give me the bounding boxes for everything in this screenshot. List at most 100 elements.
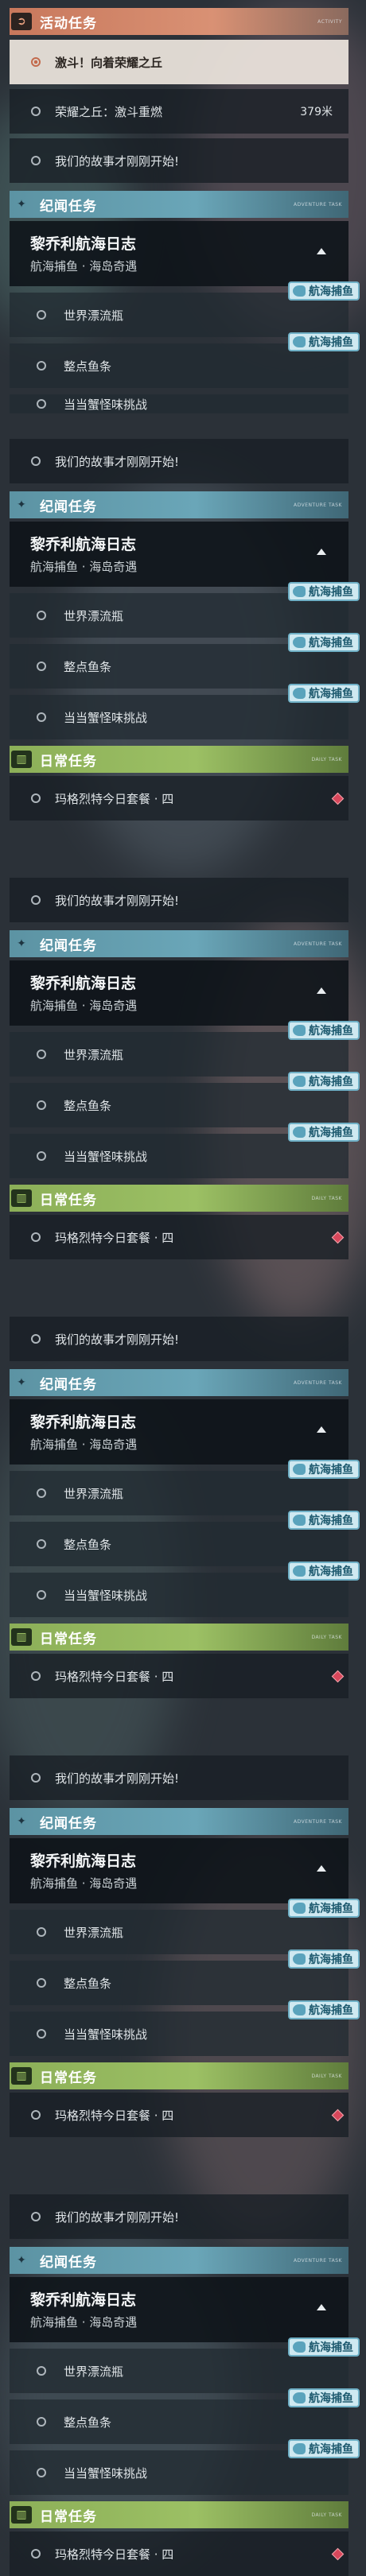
radio-icon — [37, 1539, 46, 1549]
quest-sub-row[interactable]: 世界漂流瓶 航海捕鱼 — [10, 582, 360, 638]
radio-icon — [31, 156, 41, 165]
chevron-up-icon[interactable] — [317, 1426, 326, 1433]
track-marker-icon — [331, 1670, 345, 1682]
quest-card[interactable]: 黎乔利航海日志 航海捕鱼 · 海岛奇遇 — [10, 221, 348, 286]
quest-sub-row[interactable]: 整点鱼条 航海捕鱼 — [10, 1949, 360, 2005]
story-header: ✦ 纪闻任务 ADVENTURE TASK — [10, 1369, 348, 1396]
story-title: 纪闻任务 — [40, 1376, 97, 1393]
fish-icon — [293, 1565, 306, 1577]
story-continue-row[interactable]: 我们的故事才刚刚开始! — [10, 439, 348, 483]
radio-icon — [31, 2110, 41, 2120]
quest-sub-row[interactable]: 整点鱼条 航海捕鱼 — [10, 633, 360, 689]
quest-sub-row[interactable]: 整点鱼条 航海捕鱼 — [10, 332, 360, 388]
quest-sub-row[interactable]: 当当蟹怪味挑战 航海捕鱼 — [10, 2439, 360, 2495]
quest-sub-row[interactable]: 世界漂流瓶 航海捕鱼 — [10, 2337, 360, 2393]
quest-sub-row[interactable]: 当当蟹怪味挑战 — [10, 394, 348, 413]
quest-sub-row[interactable]: 整点鱼条 航海捕鱼 — [10, 1511, 360, 1566]
quest-card[interactable]: 黎乔利航海日志 航海捕鱼 · 海岛奇遇 — [10, 1399, 348, 1465]
daily-title: 日常任务 — [40, 1631, 97, 1647]
quest-card[interactable]: 黎乔利航海日志 航海捕鱼 · 海岛奇遇 — [10, 960, 348, 1026]
fish-icon — [293, 1953, 306, 1965]
quest-sub-row[interactable]: 世界漂流瓶 航海捕鱼 — [10, 1899, 360, 1954]
fishing-chip: 航海捕鱼 — [288, 2337, 360, 2357]
story-tag: ADVENTURE TASK — [294, 1379, 342, 1386]
compass-star-icon: ✦ — [17, 499, 26, 511]
daily-row[interactable]: 玛格烈特今日套餐 · 四 — [10, 1215, 348, 1259]
fishing-chip: 航海捕鱼 — [288, 332, 360, 351]
story-continue-row[interactable]: 我们的故事才刚刚开始! — [10, 1317, 348, 1361]
quest-title: 黎乔利航海日志 — [30, 1852, 137, 1870]
daily-tag: DAILY TASK — [311, 756, 342, 762]
fish-icon — [293, 637, 306, 648]
radio-icon — [37, 661, 46, 671]
compass-star-icon: ✦ — [17, 1376, 26, 1389]
chip-label: 航海捕鱼 — [309, 1076, 353, 1088]
activity-header: ➲ 活动任务 ACTIVITY — [10, 8, 348, 35]
fish-icon — [293, 2392, 306, 2403]
daily-row[interactable]: 玛格烈特今日套餐 · 四 — [10, 2531, 348, 2576]
chip-label: 航海捕鱼 — [309, 1464, 353, 1476]
story-title: 纪闻任务 — [40, 198, 97, 215]
daily-item-label: 玛格烈特今日套餐 · 四 — [55, 1669, 174, 1684]
daily-row[interactable]: 玛格烈特今日套餐 · 四 — [10, 2093, 348, 2137]
radio-icon — [37, 1151, 46, 1161]
fishing-chip: 航海捕鱼 — [288, 281, 360, 301]
quest-sub-row[interactable]: 世界漂流瓶 航海捕鱼 — [10, 281, 360, 337]
story-continue-row[interactable]: 我们的故事才刚刚开始! — [10, 1755, 348, 1800]
radio-icon — [37, 399, 46, 409]
quest-subtitle: 航海捕鱼 · 海岛奇遇 — [30, 1437, 138, 1452]
quest-subtitle: 航海捕鱼 · 海岛奇遇 — [30, 1876, 138, 1891]
fish-icon — [293, 2004, 306, 2015]
radio-icon — [31, 107, 41, 116]
chevron-up-icon[interactable] — [317, 2304, 326, 2310]
fish-icon — [293, 2443, 306, 2454]
fish-icon — [293, 1515, 306, 1526]
story-title: 纪闻任务 — [40, 499, 97, 515]
activity-row-label: 激斗！向着荣耀之丘 — [55, 55, 163, 70]
quest-card[interactable]: 黎乔利航海日志 航海捕鱼 · 海岛奇遇 — [10, 1838, 348, 1903]
quest-sub-row[interactable]: 当当蟹怪味挑战 航海捕鱼 — [10, 1562, 360, 1617]
fish-icon — [293, 1076, 306, 1087]
daily-row[interactable]: 玛格烈特今日套餐 · 四 — [10, 1654, 348, 1698]
activity-row[interactable]: 我们的故事才刚刚开始! — [10, 138, 348, 183]
quest-card[interactable]: 黎乔利航海日志 航海捕鱼 · 海岛奇遇 — [10, 2277, 348, 2342]
quest-sub-row[interactable]: 整点鱼条 航海捕鱼 — [10, 1072, 360, 1127]
chip-label: 航海捕鱼 — [309, 586, 353, 599]
story-continue-row[interactable]: 我们的故事才刚刚开始! — [10, 878, 348, 922]
quest-sub-row[interactable]: 世界漂流瓶 航海捕鱼 — [10, 1460, 360, 1515]
daily-title: 日常任务 — [40, 753, 97, 770]
activity-tag: ACTIVITY — [317, 18, 342, 25]
daily-item-label: 玛格烈特今日套餐 · 四 — [55, 2547, 174, 2562]
daily-title: 日常任务 — [40, 1192, 97, 1208]
quest-sub-row[interactable]: 当当蟹怪味挑战 航海捕鱼 — [10, 2000, 360, 2056]
quest-sub-row[interactable]: 当当蟹怪味挑战 航海捕鱼 — [10, 1123, 360, 1178]
panel-slice-6: 我们的故事才刚刚开始! ✦ 纪闻任务 ADVENTURE TASK 黎乔利航海日… — [0, 2194, 366, 2576]
fish-icon — [293, 1903, 306, 1914]
panel-slice-1: ➲ 活动任务 ACTIVITY 激斗！向着荣耀之丘 荣耀之丘：激斗重燃 379米… — [0, 0, 366, 429]
chevron-up-icon[interactable] — [317, 1865, 326, 1872]
book-icon: ▥ — [11, 2067, 32, 2085]
activity-row-selected[interactable]: 激斗！向着荣耀之丘 — [10, 40, 348, 84]
story-continue-row[interactable]: 我们的故事才刚刚开始! — [10, 2194, 348, 2239]
radio-icon — [37, 611, 46, 620]
chip-label: 航海捕鱼 — [309, 2443, 353, 2456]
quest-card[interactable]: 黎乔利航海日志 航海捕鱼 · 海岛奇遇 — [10, 522, 348, 587]
quest-item-label: 当当蟹怪味挑战 — [64, 710, 148, 725]
chip-label: 航海捕鱼 — [309, 1953, 353, 1966]
chevron-up-icon[interactable] — [317, 987, 326, 994]
quest-sub-row[interactable]: 整点鱼条 航海捕鱼 — [10, 2388, 360, 2444]
story-tag: ADVENTURE TASK — [294, 2257, 342, 2264]
fishing-chip: 航海捕鱼 — [288, 1511, 360, 1530]
activity-row-label: 我们的故事才刚刚开始! — [55, 893, 180, 908]
quest-sub-row[interactable]: 当当蟹怪味挑战 航海捕鱼 — [10, 684, 360, 739]
chip-label: 航海捕鱼 — [309, 336, 353, 349]
chip-label: 航海捕鱼 — [309, 285, 353, 298]
radio-icon — [31, 1773, 41, 1783]
daily-row[interactable]: 玛格烈特今日套餐 · 四 — [10, 776, 348, 821]
activity-row[interactable]: 荣耀之丘：激斗重燃 379米 — [10, 89, 348, 134]
quest-sub-row[interactable]: 世界漂流瓶 航海捕鱼 — [10, 1021, 360, 1077]
chevron-up-icon[interactable] — [317, 549, 326, 555]
quest-item-label: 整点鱼条 — [64, 359, 112, 374]
daily-header: ▥ 日常任务 DAILY TASK — [10, 2501, 348, 2528]
chevron-up-icon[interactable] — [317, 248, 326, 254]
